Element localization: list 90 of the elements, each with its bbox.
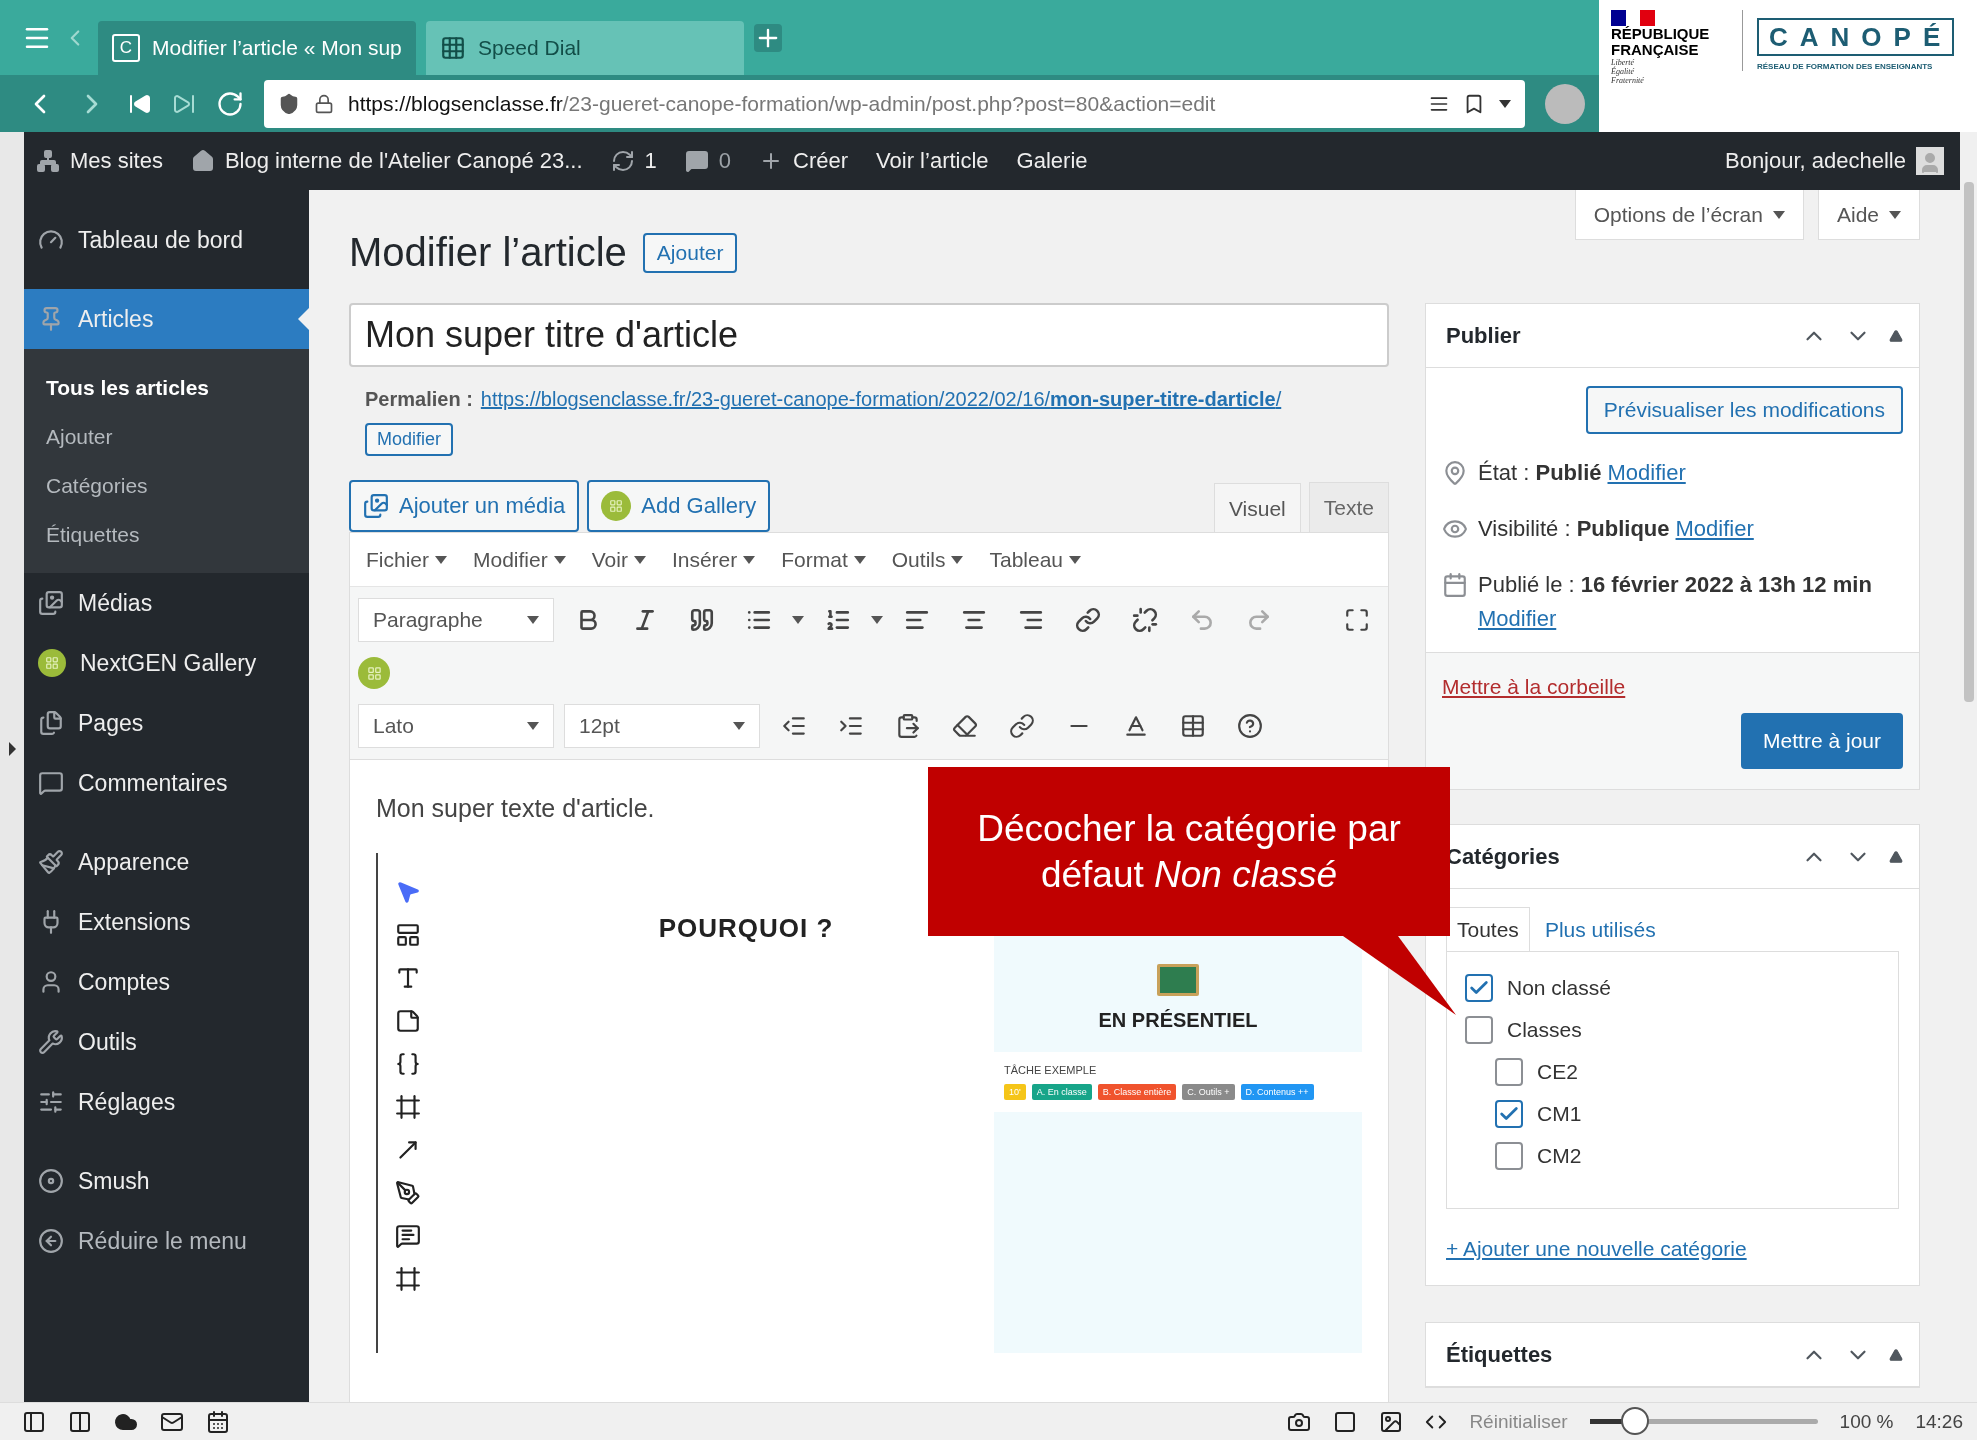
tag: B. Classe entière: [1097, 1084, 1177, 1100]
menu-item[interactable]: Fichier: [366, 547, 447, 572]
category-label: Non classé: [1507, 976, 1611, 1000]
category-label: CM1: [1537, 1102, 1582, 1126]
admin-bar-item[interactable]: Blog interne de l'Atelier Canopé 23...: [190, 148, 583, 174]
sidebar-item[interactable]: Réglages: [24, 1072, 309, 1132]
menu-item[interactable]: Outils: [891, 547, 964, 572]
permalink-label: Permalien :: [365, 387, 473, 412]
board-heading: POURQUOI ?: [658, 913, 834, 944]
category-tab[interactable]: Toutes: [1446, 907, 1530, 952]
category-tab[interactable]: Plus utilisés: [1533, 907, 1667, 952]
tab-favicon: C: [112, 34, 140, 62]
menu-item[interactable]: Modifier: [473, 547, 566, 572]
admin-bar-item[interactable]: Mes sites: [36, 148, 163, 174]
add-button[interactable]: Ajouter: [642, 232, 738, 273]
box-title: Publier: [1446, 322, 1522, 349]
motto-text: Liberté: [1611, 58, 1635, 67]
title-field[interactable]: Mon super titre d'article: [349, 303, 1389, 367]
add-media-button[interactable]: Ajouter un média: [349, 480, 580, 532]
add-gallery-button[interactable]: Add Gallery: [587, 480, 771, 532]
browser-tab[interactable]: C Modifier l’article « Mon sup: [98, 21, 416, 75]
page-title: Modifier l’article: [349, 230, 627, 275]
sidebar-item[interactable]: Articles: [24, 289, 309, 349]
tag: A. En classe: [1031, 1084, 1092, 1100]
update-button[interactable]: Mettre à jour: [1741, 713, 1903, 769]
font-select[interactable]: Lato: [358, 704, 554, 748]
permalink-link[interactable]: https://blogsenclasse.fr/23-gueret-canope-formation/2022/02/16/mon-super-titre-darticle/: [480, 379, 1282, 419]
admin-bar-item[interactable]: Voir l’article: [876, 148, 989, 174]
sidebar-item[interactable]: Apparence: [24, 832, 309, 892]
category-label: CM2: [1537, 1144, 1582, 1168]
motto-text: Égalité: [1611, 67, 1636, 76]
category-label: Classes: [1507, 1018, 1582, 1042]
browser-tab[interactable]: Speed Dial: [426, 21, 744, 75]
task-label: TÂCHE EXEMPLE: [1004, 1064, 1098, 1076]
submenu-item[interactable]: Ajouter: [24, 412, 309, 461]
edit-link[interactable]: Modifier: [1607, 456, 1686, 490]
submenu-item[interactable]: Catégories: [24, 461, 309, 510]
trash-link[interactable]: Mettre à la corbeille: [1442, 675, 1626, 699]
menu-item[interactable]: Voir: [591, 547, 646, 572]
logo-wordmark: CANOPÉ: [1757, 18, 1955, 56]
editor-tab[interactable]: Texte: [1308, 482, 1389, 532]
sidebar-item[interactable]: Outils: [24, 1012, 309, 1072]
sidebar-item[interactable]: Extensions: [24, 892, 309, 952]
add-category-link[interactable]: + Ajouter une nouvelle catégorie: [1446, 1237, 1899, 1261]
zoom-value: 100 %: [1839, 1410, 1894, 1433]
size-select[interactable]: 12pt: [564, 704, 760, 748]
admin-bar-item[interactable]: 0: [684, 148, 732, 174]
sidebar-item[interactable]: Pages: [24, 693, 309, 753]
menu-item[interactable]: Tableau: [989, 547, 1082, 572]
body-text: Mon super texte d'article.: [376, 794, 656, 823]
screen-tab[interactable]: Aide: [1817, 190, 1920, 240]
sidebar-item[interactable]: Réduire le menu: [24, 1211, 309, 1271]
account-menu[interactable]: Bonjour, adechelle: [1724, 147, 1944, 175]
sidebar-item[interactable]: Médias: [24, 573, 309, 633]
edit-link[interactable]: Modifier: [1675, 512, 1754, 546]
publish-info: Visibilité : Publique: [1478, 515, 1670, 543]
menu-item[interactable]: Insérer: [671, 547, 756, 572]
publish-info: État : Publié: [1478, 459, 1602, 487]
motto-text: Fraternité: [1611, 76, 1645, 85]
admin-bar-item[interactable]: 1: [610, 148, 657, 174]
screen-tab[interactable]: Options de l’écran: [1574, 190, 1804, 240]
menu-item[interactable]: Format: [781, 547, 866, 572]
logo-tagline: RÉSEAU DE FORMATION DES ENSEIGNANTS: [1757, 62, 1934, 71]
sidebar-item[interactable]: Comptes: [24, 952, 309, 1012]
submenu-item[interactable]: Tous les articles: [24, 363, 309, 412]
address-field[interactable]: https://blogsenclasse.fr/23-gueret-canope-formation/wp-admin/post.php?post=80&action=edit: [264, 79, 1525, 128]
admin-bar-item[interactable]: Galerie: [1016, 148, 1088, 174]
sidebar-item[interactable]: Commentaires: [24, 753, 309, 813]
preview-button[interactable]: Prévisualiser les modifications: [1585, 386, 1903, 434]
edit-permalink-button[interactable]: Modifier: [365, 423, 454, 456]
edit-link[interactable]: Modifier: [1478, 602, 1557, 636]
logo-text: FRANÇAISE: [1611, 42, 1699, 58]
sidebar-item[interactable]: NextGEN Gallery: [24, 633, 309, 693]
sidebar-item[interactable]: Smush: [24, 1151, 309, 1211]
format-select[interactable]: Paragraphe: [358, 598, 554, 642]
box-title: Catégories: [1446, 843, 1561, 870]
editor-tab[interactable]: Visuel: [1213, 483, 1301, 533]
clock-text: 14:26: [1915, 1410, 1963, 1433]
tag: D. Contenus ++: [1240, 1084, 1314, 1100]
box-title: Étiquettes: [1446, 1341, 1554, 1368]
callout-text: Décocher la catégorie par défaut Non classé: [976, 806, 1402, 897]
panel-title: EN PRÉSENTIEL: [1098, 1009, 1258, 1032]
sidebar-item[interactable]: Tableau de bord: [24, 210, 309, 270]
publish-info: Publié le : 16 février 2022 à 13h 12 min: [1478, 571, 1872, 599]
category-label: CE2: [1537, 1060, 1578, 1084]
admin-bar-item[interactable]: Créer: [759, 148, 849, 174]
submenu-item[interactable]: Étiquettes: [24, 510, 309, 559]
logo-text: RÉPUBLIQUE: [1611, 26, 1711, 42]
tag: C. Outils +: [1182, 1084, 1235, 1100]
tag: 10': [1004, 1084, 1026, 1100]
